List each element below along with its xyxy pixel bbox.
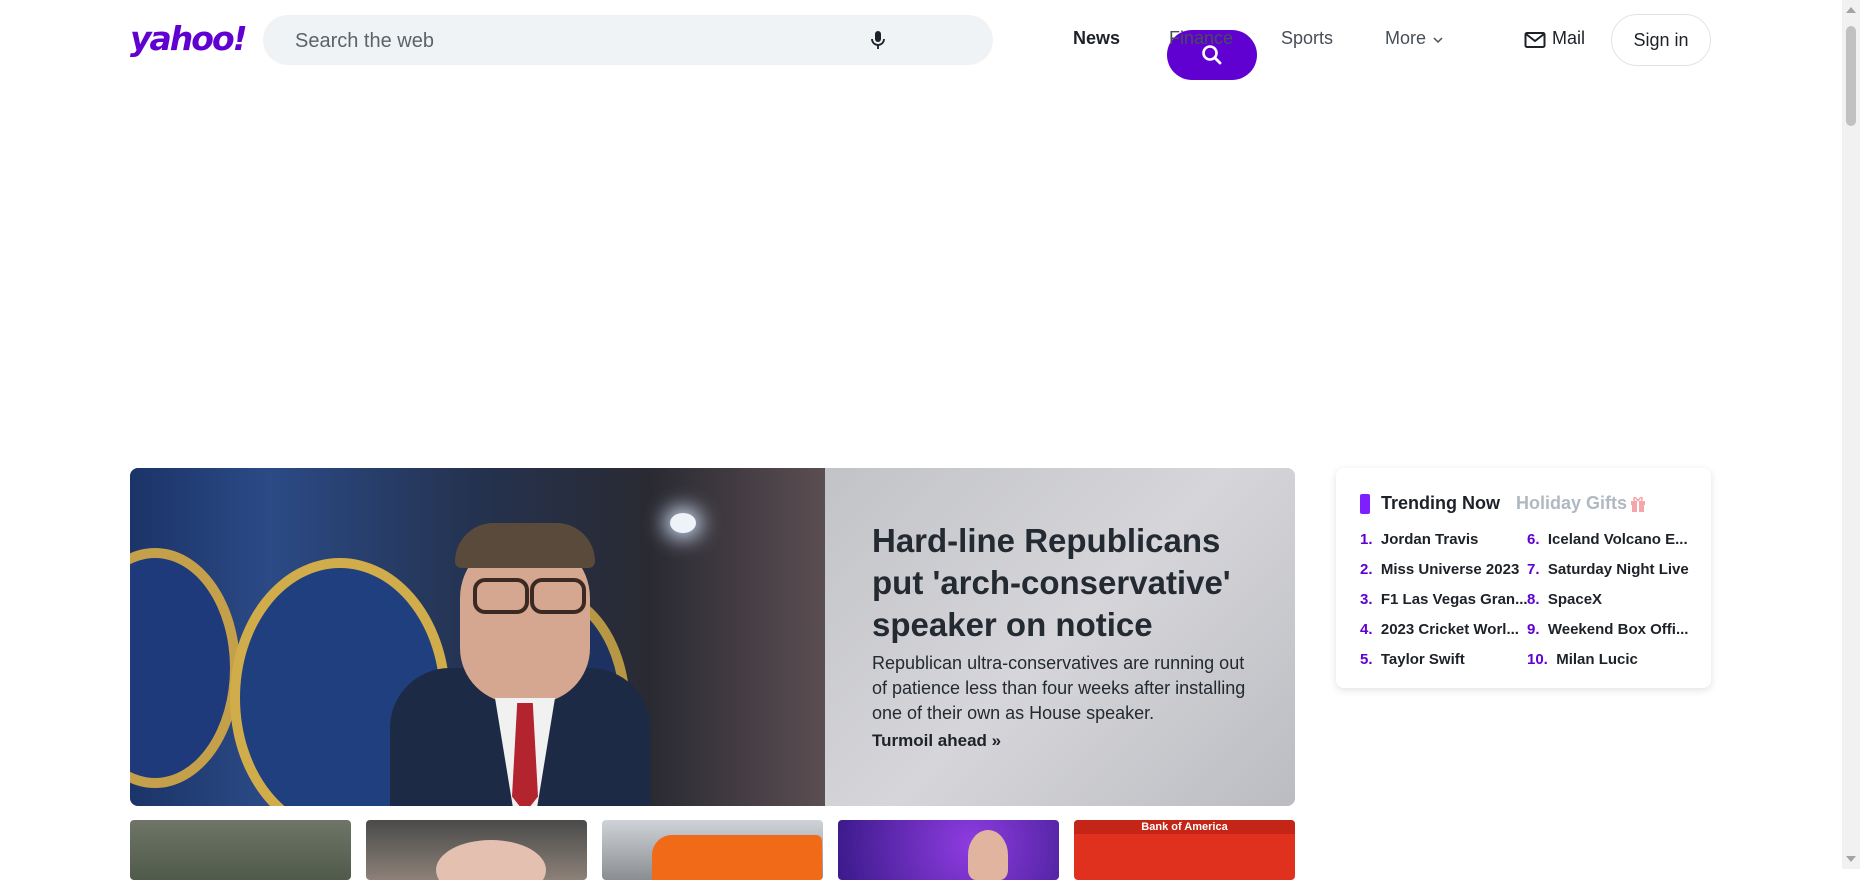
nav-news[interactable]: News bbox=[1073, 28, 1120, 49]
trending-label: SpaceX bbox=[1547, 591, 1603, 608]
bank-of-america-sign: Bank of America bbox=[1074, 820, 1295, 834]
scroll-up-arrow-icon[interactable] bbox=[1846, 7, 1856, 13]
microphone-icon[interactable] bbox=[867, 29, 889, 51]
trending-rank: 1. bbox=[1360, 531, 1373, 548]
story-thumbnail[interactable] bbox=[366, 820, 587, 880]
trending-item[interactable]: 2. Miss Universe 2023 bbox=[1360, 561, 1519, 578]
trending-item[interactable]: 8. SpaceX bbox=[1527, 591, 1602, 608]
trending-rank: 7. bbox=[1527, 561, 1540, 578]
hero-image bbox=[130, 468, 825, 806]
hero-headline[interactable]: Hard-line Republicans put 'arch-conserva… bbox=[872, 520, 1262, 646]
trending-accent-bar bbox=[1360, 494, 1370, 514]
trending-rank: 6. bbox=[1527, 531, 1540, 548]
trending-label: Milan Lucic bbox=[1556, 651, 1638, 668]
trending-label: Miss Universe 2023 bbox=[1380, 561, 1520, 578]
trending-label: 2023 Cricket Worl... bbox=[1380, 621, 1519, 638]
mail-icon bbox=[1524, 32, 1546, 48]
hero-summary: Republican ultra-conservatives are runni… bbox=[872, 653, 1246, 723]
header: yahoo! News Finance Sports More Mail Sig… bbox=[0, 0, 1842, 80]
trending-panel: Trending Now Holiday Gifts 1. Jordan Tra… bbox=[1336, 468, 1711, 688]
yahoo-logo[interactable]: yahoo! bbox=[130, 20, 248, 58]
search-input[interactable] bbox=[293, 15, 817, 67]
nav-more[interactable]: More bbox=[1385, 28, 1443, 49]
trending-label: Saturday Night Live bbox=[1547, 561, 1689, 578]
thumbnail-shape bbox=[436, 840, 546, 880]
thumbnail-shape bbox=[652, 835, 822, 880]
hero-read-more-link[interactable]: Turmoil ahead » bbox=[872, 731, 1001, 751]
trending-rank: 8. bbox=[1527, 591, 1540, 608]
trending-rank: 4. bbox=[1360, 621, 1373, 638]
trending-rank: 5. bbox=[1360, 651, 1373, 668]
trending-item[interactable]: 4. 2023 Cricket Worl... bbox=[1360, 621, 1519, 638]
trending-item[interactable]: 10. Milan Lucic bbox=[1527, 651, 1638, 668]
tab-holiday-gifts[interactable]: Holiday Gifts bbox=[1516, 493, 1627, 514]
trending-item[interactable]: 5. Taylor Swift bbox=[1360, 651, 1465, 668]
trending-item[interactable]: 7. Saturday Night Live bbox=[1527, 561, 1689, 578]
trending-rank: 10. bbox=[1527, 651, 1548, 668]
trending-rank: 3. bbox=[1360, 591, 1373, 608]
trending-label: Weekend Box Offi... bbox=[1547, 621, 1689, 638]
trending-item[interactable]: 3. F1 Las Vegas Gran... bbox=[1360, 591, 1528, 608]
chevron-down-icon bbox=[1433, 37, 1443, 44]
trending-label: Taylor Swift bbox=[1380, 651, 1465, 668]
trending-item[interactable]: 6. Iceland Volcano E... bbox=[1527, 531, 1688, 548]
hero-text-panel: Hard-line Republicans put 'arch-conserva… bbox=[825, 468, 1295, 806]
trending-label: Iceland Volcano E... bbox=[1547, 531, 1688, 548]
trending-item[interactable]: 9. Weekend Box Offi... bbox=[1527, 621, 1688, 638]
page-scrollbar[interactable] bbox=[1842, 0, 1860, 869]
scroll-thumb[interactable] bbox=[1846, 26, 1856, 126]
trending-rank: 2. bbox=[1360, 561, 1373, 578]
trending-label: F1 Las Vegas Gran... bbox=[1380, 591, 1528, 608]
story-thumbnail[interactable] bbox=[602, 820, 823, 880]
trending-item[interactable]: 1. Jordan Travis bbox=[1360, 531, 1478, 548]
search-bar bbox=[263, 15, 1257, 80]
tab-trending-now[interactable]: Trending Now bbox=[1381, 493, 1500, 514]
nav-more-label: More bbox=[1385, 28, 1427, 48]
mail-label: Mail bbox=[1552, 28, 1586, 48]
hero-story[interactable]: Hard-line Republicans put 'arch-conserva… bbox=[130, 468, 1295, 806]
scroll-down-arrow-icon[interactable] bbox=[1846, 856, 1856, 862]
nav-finance[interactable]: Finance bbox=[1169, 28, 1233, 49]
sign-in-button[interactable]: Sign in bbox=[1611, 14, 1711, 66]
nav-sports[interactable]: Sports bbox=[1281, 28, 1333, 49]
story-thumbnail[interactable] bbox=[838, 820, 1059, 880]
story-thumbnail[interactable]: Bank of America bbox=[1074, 820, 1295, 880]
gift-icon bbox=[1631, 496, 1645, 512]
trending-label: Jordan Travis bbox=[1380, 531, 1479, 548]
trending-rank: 9. bbox=[1527, 621, 1540, 638]
thumbnail-shape bbox=[968, 830, 1008, 880]
story-thumbnail[interactable] bbox=[130, 820, 351, 880]
